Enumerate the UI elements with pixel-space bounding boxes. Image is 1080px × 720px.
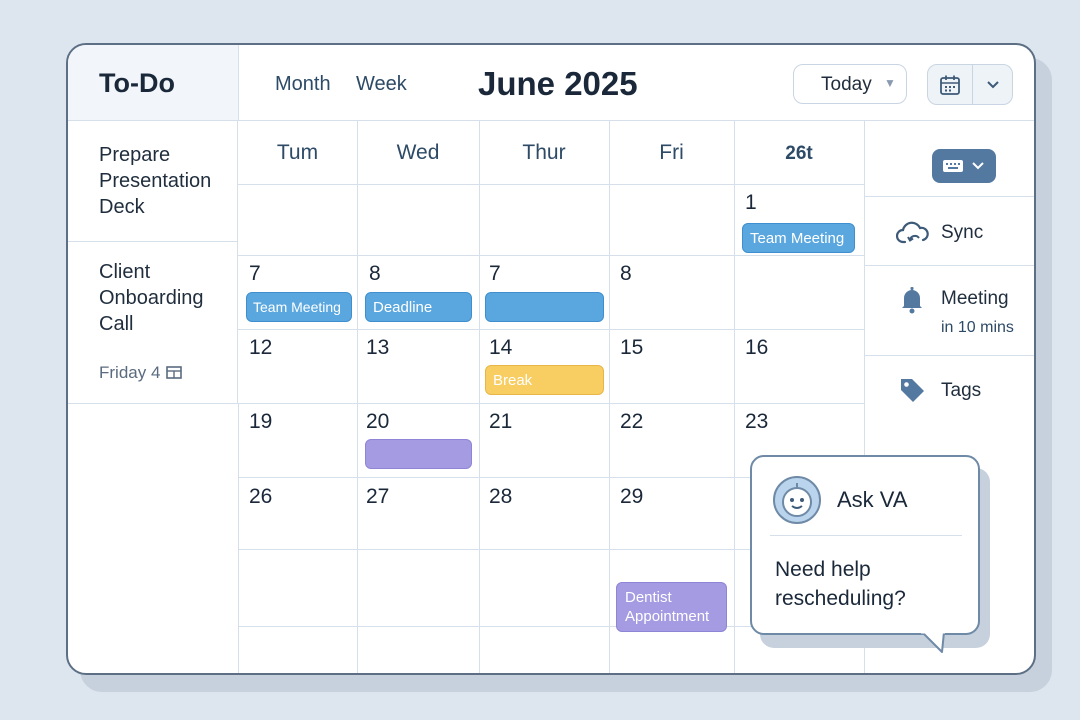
grid-line <box>357 120 358 673</box>
sidebar-item-label: Tags <box>941 380 982 401</box>
calendar-date[interactable]: 19 <box>249 410 272 434</box>
sidebar-item-sublabel: in 10 mins <box>941 319 1014 336</box>
calendar-date[interactable]: 13 <box>366 336 389 360</box>
cloud-sync-icon <box>896 221 929 244</box>
divider <box>865 196 1034 197</box>
calendar-view-button[interactable] <box>927 64 1013 105</box>
chevron-down-icon <box>987 81 999 89</box>
todo-item-due-text: Friday 4 <box>99 363 161 382</box>
calendar-event[interactable]: Team Meeting <box>246 292 352 322</box>
calendar-date[interactable]: 29 <box>620 485 643 509</box>
calendar-event[interactable]: Team Meeting <box>742 223 855 253</box>
grid-line <box>734 120 735 673</box>
todo-item[interactable]: Prepare Presentation Deck <box>68 120 238 242</box>
calendar-date[interactable]: 14 <box>489 336 512 360</box>
page-title: June 2025 <box>478 65 638 102</box>
assistant-popup[interactable]: Ask VA Need help rescheduling? <box>750 455 980 635</box>
tab-week[interactable]: Week <box>356 73 407 96</box>
calendar-date[interactable]: 16 <box>745 336 768 360</box>
calendar-date[interactable]: 15 <box>620 336 643 360</box>
calendar-date[interactable]: 12 <box>249 336 272 360</box>
calendar-event[interactable] <box>485 292 604 322</box>
sidebar-item-label: Sync <box>941 222 984 243</box>
calendar-date[interactable]: 7 <box>249 262 261 286</box>
calendar-date[interactable]: 8 <box>620 262 632 286</box>
today-button-label: Today <box>821 74 872 95</box>
grid-line <box>238 184 864 185</box>
todo-item-due: Friday 4 <box>99 363 182 383</box>
assistant-title: Ask VA <box>837 487 908 512</box>
sidebar-item-label: Meeting <box>941 288 1009 309</box>
calendar-small-icon <box>166 366 182 379</box>
todo-item[interactable]: Client Onboarding Call Friday 4 <box>68 242 238 404</box>
calendar-date[interactable]: 27 <box>366 485 389 509</box>
day-header: 26t <box>785 143 813 164</box>
keyboard-icon <box>943 160 963 172</box>
tab-month[interactable]: Month <box>275 73 331 96</box>
todo-item-label: Prepare Presentation Deck <box>99 144 212 218</box>
todo-title: To-Do <box>99 68 175 98</box>
calendar-date[interactable]: 26 <box>249 485 272 509</box>
calendar-date[interactable]: 8 <box>369 262 381 286</box>
calendar-toggle-button[interactable] <box>932 149 996 183</box>
divider <box>865 265 1034 266</box>
today-button[interactable]: Today ▼ <box>793 64 907 104</box>
day-header: Tum <box>276 141 319 164</box>
grid-line <box>238 403 864 404</box>
calendar-event[interactable]: Dentist Appointment <box>616 582 727 632</box>
calendar-date[interactable]: 28 <box>489 485 512 509</box>
tag-icon <box>901 379 924 402</box>
todo-item-label: Client Onboarding Call <box>99 261 204 335</box>
calendar-date[interactable]: 22 <box>620 410 643 434</box>
bell-icon <box>902 287 922 314</box>
calendar-date[interactable]: 1 <box>745 191 757 215</box>
calendar-date[interactable]: 23 <box>745 410 768 434</box>
calendar-event[interactable]: Break <box>485 365 604 395</box>
todo-empty-area <box>68 404 239 673</box>
divider <box>770 535 962 536</box>
chevron-down-icon <box>972 162 984 170</box>
grid-line <box>238 329 864 330</box>
calendar-event[interactable]: Deadline <box>365 292 472 322</box>
calendar-icon <box>940 75 960 95</box>
calendar-event[interactable] <box>365 439 472 469</box>
grid-line <box>609 120 610 673</box>
day-header: Wed <box>396 141 440 164</box>
calendar-date[interactable]: 7 <box>489 262 501 286</box>
calendar-date[interactable]: 21 <box>489 410 512 434</box>
day-header: Thur <box>522 141 566 164</box>
divider <box>972 65 973 104</box>
divider <box>865 355 1034 356</box>
grid-line <box>479 120 480 673</box>
robot-avatar-icon <box>773 476 821 524</box>
chevron-down-icon: ▼ <box>884 76 896 90</box>
todo-header: To-Do <box>68 45 239 121</box>
calendar-date[interactable]: 20 <box>366 410 389 434</box>
day-header: Fri <box>659 141 684 164</box>
grid-line <box>238 255 864 256</box>
speech-tail-icon <box>921 630 945 653</box>
assistant-message: Need help rescheduling? <box>775 558 906 610</box>
